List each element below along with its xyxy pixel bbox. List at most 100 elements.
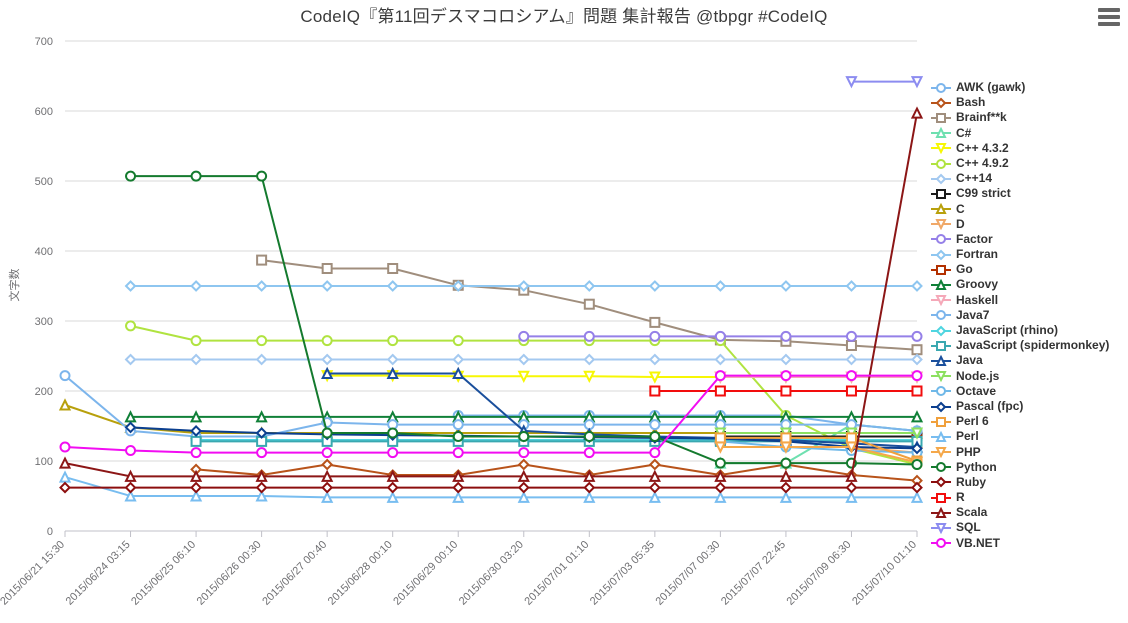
data-point[interactable]	[714, 490, 727, 503]
data-point[interactable]	[190, 481, 202, 494]
data-point[interactable]	[780, 457, 792, 469]
legend-item-scala[interactable]: Scala	[930, 505, 1126, 520]
data-point[interactable]	[845, 330, 857, 342]
legend-item-c-4-9-2[interactable]: C++ 4.9.2	[930, 156, 1126, 171]
data-point[interactable]	[190, 447, 202, 459]
data-point[interactable]	[648, 481, 661, 494]
data-point[interactable]	[780, 353, 792, 366]
data-point[interactable]	[452, 366, 465, 379]
legend-item-go[interactable]: Go	[930, 262, 1126, 277]
data-point[interactable]	[910, 106, 924, 119]
data-point[interactable]	[583, 447, 595, 459]
data-point[interactable]	[714, 370, 726, 382]
data-point[interactable]	[255, 481, 268, 494]
data-point[interactable]	[714, 432, 726, 444]
data-point[interactable]	[911, 370, 923, 382]
data-point[interactable]	[58, 470, 72, 483]
data-point[interactable]	[256, 447, 268, 459]
data-point[interactable]	[583, 431, 595, 442]
data-point[interactable]	[845, 340, 857, 351]
data-point[interactable]	[649, 385, 661, 397]
data-point[interactable]	[649, 330, 661, 342]
legend-item-java7[interactable]: Java7	[930, 308, 1126, 323]
data-point[interactable]	[780, 330, 792, 342]
data-point[interactable]	[517, 481, 530, 494]
legend-item-factor[interactable]: Factor	[930, 232, 1126, 247]
data-point[interactable]	[124, 410, 137, 423]
legend-item-python[interactable]: Python	[930, 460, 1126, 475]
data-point[interactable]	[648, 280, 661, 292]
data-point[interactable]	[518, 447, 530, 459]
series-factor[interactable]	[518, 330, 923, 342]
data-point[interactable]	[387, 447, 399, 459]
series-ruby[interactable]	[59, 481, 923, 494]
legend-item-perl[interactable]: Perl	[930, 429, 1126, 444]
data-point[interactable]	[779, 490, 793, 503]
legend-item-pascal-fpc[interactable]: Pascal (fpc)	[930, 399, 1126, 414]
data-point[interactable]	[649, 316, 661, 328]
data-point[interactable]	[845, 353, 858, 366]
legend-item-sql[interactable]: SQL	[930, 520, 1126, 535]
data-point[interactable]	[714, 353, 727, 366]
legend-item-java[interactable]: Java	[930, 353, 1126, 368]
data-point[interactable]	[452, 447, 464, 459]
data-point[interactable]	[648, 353, 661, 366]
legend-item-octave[interactable]: Octave	[930, 384, 1126, 399]
data-point[interactable]	[255, 280, 268, 292]
legend-item-fortran[interactable]: Fortran	[930, 247, 1126, 262]
series-vb-net[interactable]	[59, 370, 923, 459]
data-point[interactable]	[321, 353, 334, 366]
data-point[interactable]	[387, 335, 399, 347]
data-point[interactable]	[649, 447, 661, 459]
data-point[interactable]	[256, 335, 268, 347]
data-point[interactable]	[518, 431, 530, 442]
legend-item-c99-strict[interactable]: C99 strict	[930, 186, 1126, 201]
data-point[interactable]	[845, 385, 857, 397]
data-point[interactable]	[255, 353, 268, 366]
data-point[interactable]	[125, 320, 137, 332]
data-point[interactable]	[583, 280, 596, 292]
data-point[interactable]	[124, 481, 137, 494]
data-point[interactable]	[648, 490, 661, 503]
data-point[interactable]	[321, 280, 334, 292]
series-fortran[interactable]	[124, 280, 923, 292]
data-point[interactable]	[321, 263, 333, 274]
legend-item-c-14[interactable]: C++14	[930, 171, 1126, 186]
data-point[interactable]	[125, 170, 137, 182]
legend-item-r[interactable]: R	[930, 490, 1126, 505]
data-point[interactable]	[386, 353, 399, 366]
data-point[interactable]	[321, 335, 333, 347]
data-point[interactable]	[59, 370, 71, 382]
data-point[interactable]	[386, 280, 399, 292]
legend-item-perl-6[interactable]: Perl 6	[930, 414, 1126, 429]
data-point[interactable]	[845, 490, 858, 503]
data-point[interactable]	[911, 344, 923, 356]
legend-item-groovy[interactable]: Groovy	[930, 277, 1126, 292]
data-point[interactable]	[648, 371, 661, 384]
data-point[interactable]	[583, 481, 596, 494]
data-point[interactable]	[845, 76, 858, 89]
data-point[interactable]	[190, 435, 202, 447]
legend-item-c[interactable]: C	[930, 202, 1126, 217]
data-point[interactable]	[321, 481, 334, 494]
data-point[interactable]	[452, 431, 464, 442]
data-point[interactable]	[387, 263, 399, 274]
data-point[interactable]	[58, 456, 72, 469]
data-point[interactable]	[256, 170, 268, 182]
data-point[interactable]	[845, 280, 858, 292]
data-point[interactable]	[648, 469, 661, 482]
data-point[interactable]	[649, 431, 661, 442]
data-point[interactable]	[321, 469, 334, 482]
data-point[interactable]	[911, 385, 923, 397]
data-point[interactable]	[189, 469, 203, 482]
legend-item-javascript-rhino[interactable]: JavaScript (rhino)	[930, 323, 1126, 338]
data-point[interactable]	[58, 398, 72, 411]
data-point[interactable]	[911, 280, 923, 292]
series-haskell[interactable]	[714, 371, 924, 384]
data-point[interactable]	[255, 410, 268, 423]
data-point[interactable]	[189, 410, 203, 423]
data-point[interactable]	[780, 385, 792, 397]
legend-item-awk-gawk[interactable]: AWK (gawk)	[930, 80, 1126, 95]
data-point[interactable]	[517, 490, 530, 503]
series-sql[interactable]	[845, 76, 924, 89]
